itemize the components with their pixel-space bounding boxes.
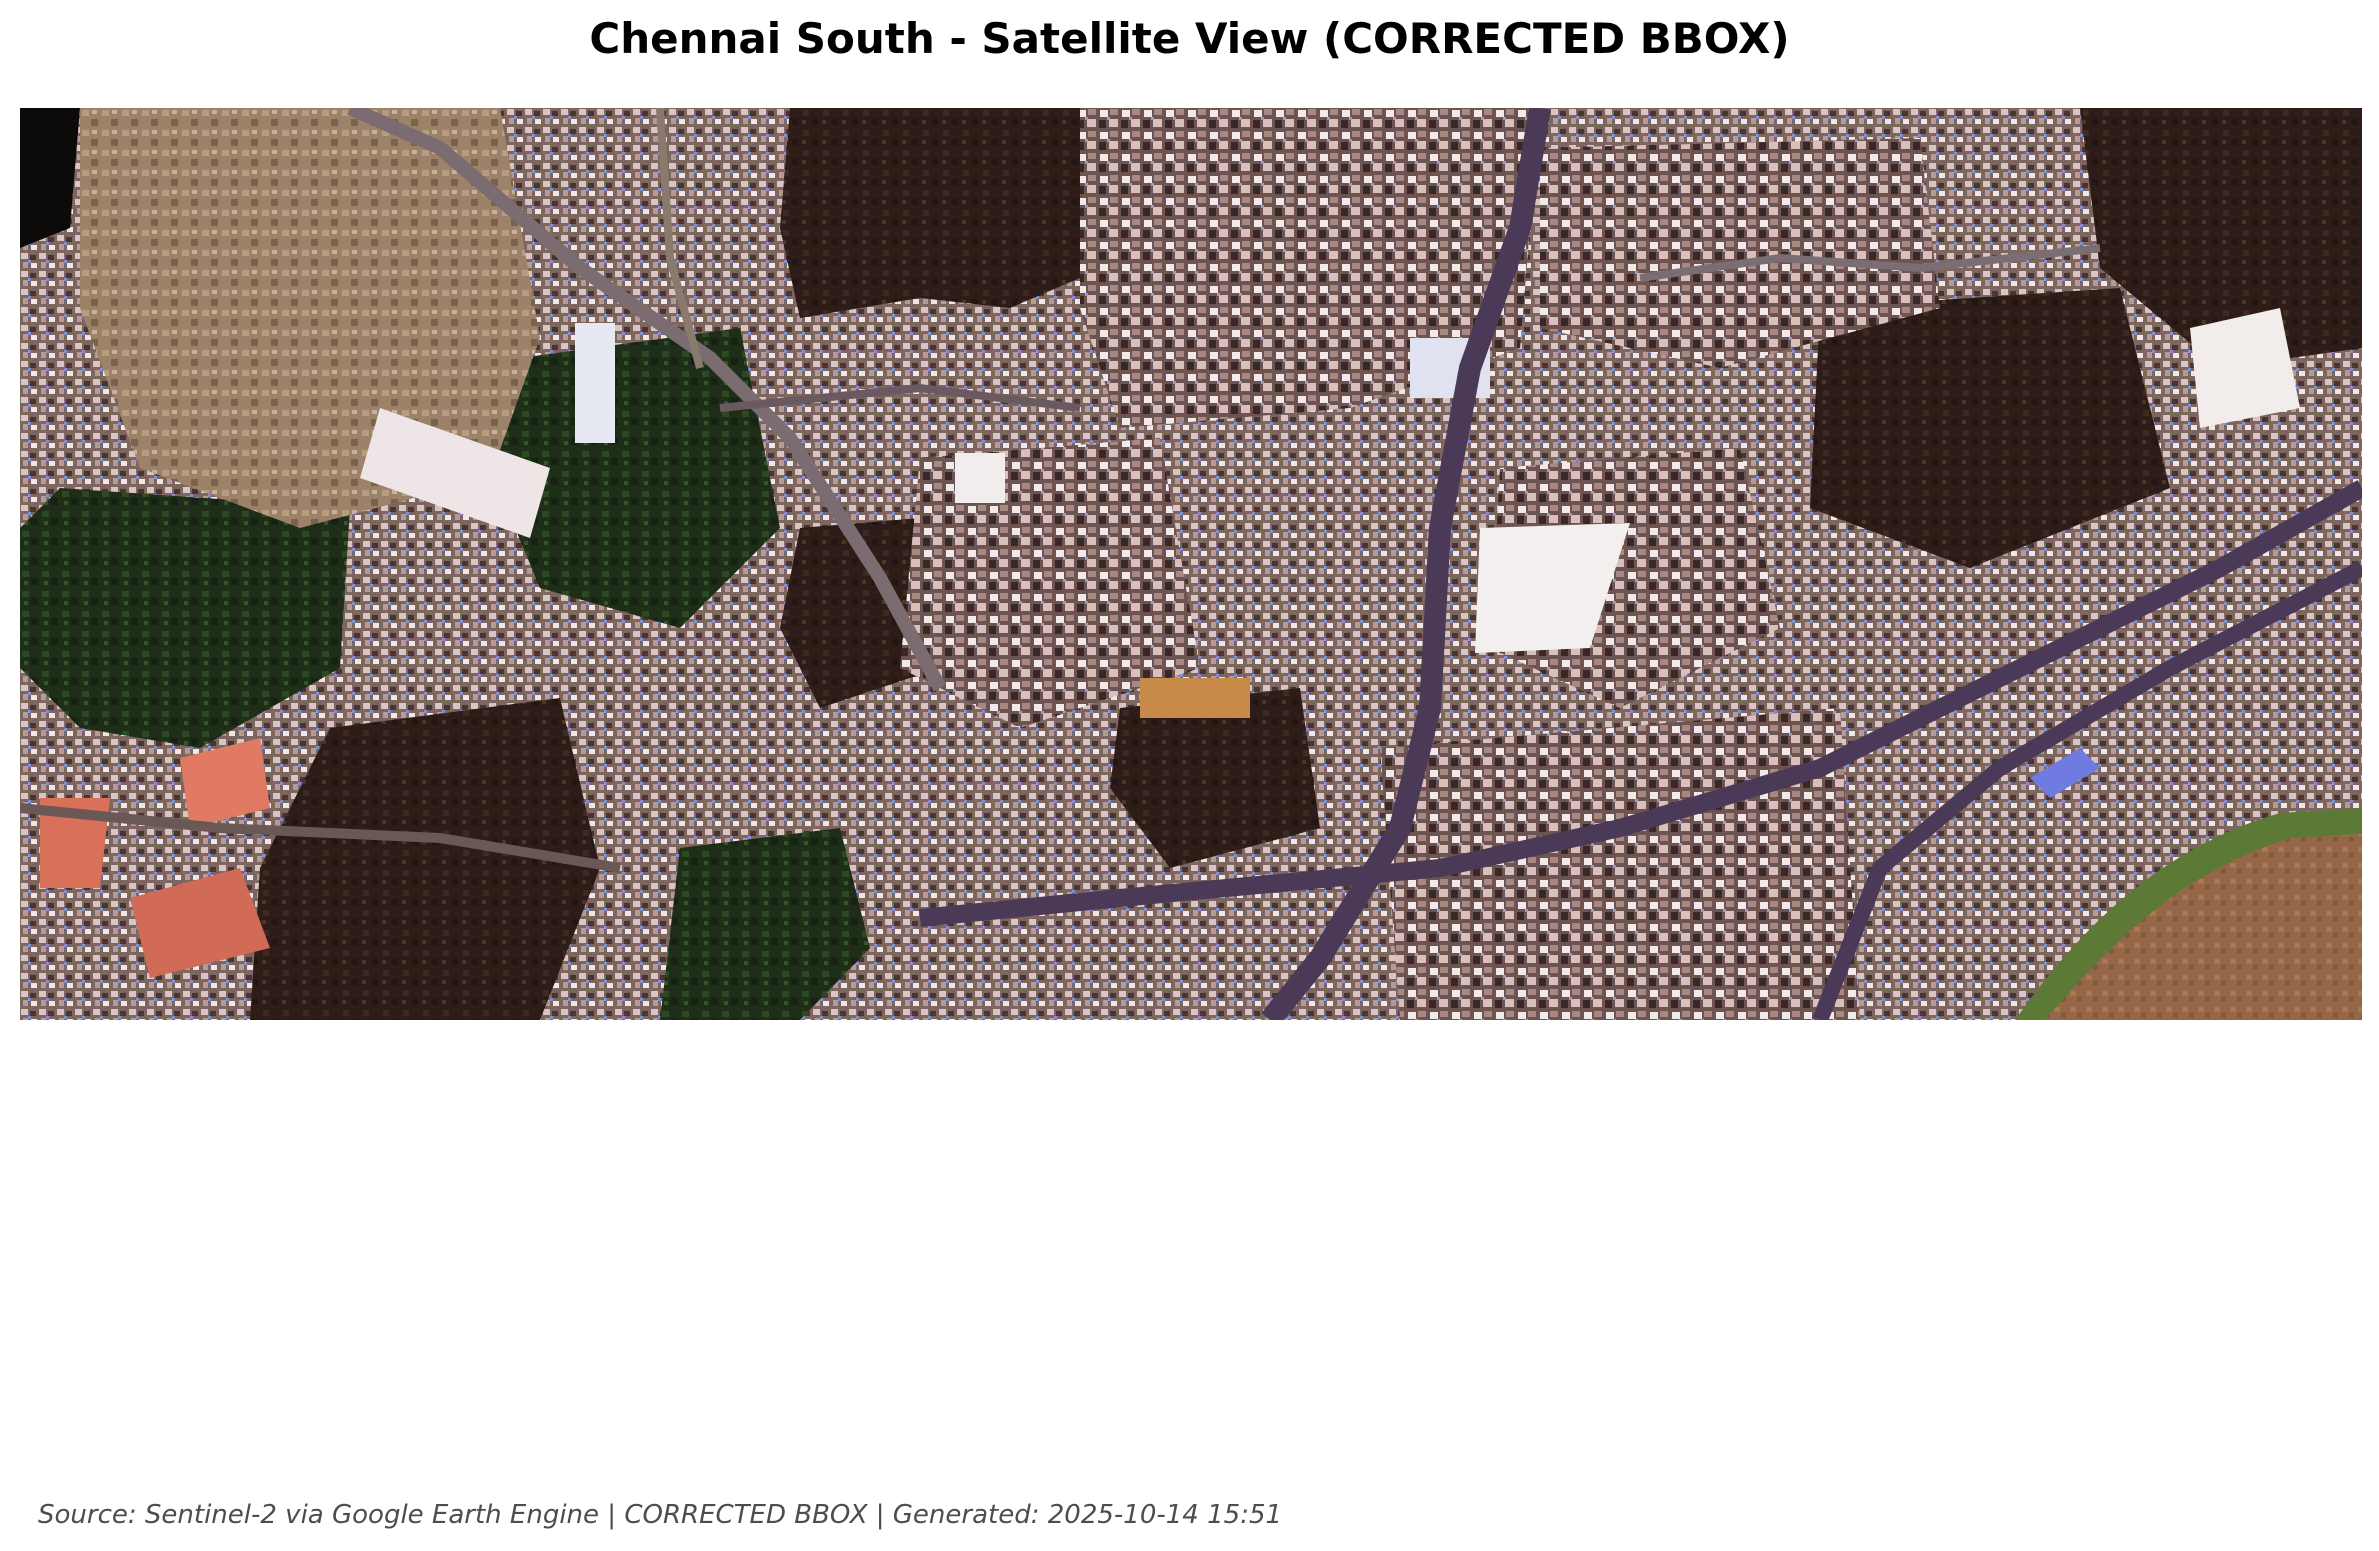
orange-roof	[1140, 678, 1250, 718]
building-roof-blue	[575, 323, 615, 443]
scrubland-patch	[780, 108, 1080, 318]
building-roof-east	[2190, 308, 2300, 428]
building-roof-white	[955, 453, 1005, 503]
source-note: Source: Sentinel-2 via Google Earth Engi…	[38, 1500, 1283, 1530]
satellite-image-canvas	[20, 108, 2362, 1020]
figure-title: Chennai South - Satellite View (CORRECTE…	[589, 14, 1790, 63]
satellite-image	[20, 108, 2362, 1020]
